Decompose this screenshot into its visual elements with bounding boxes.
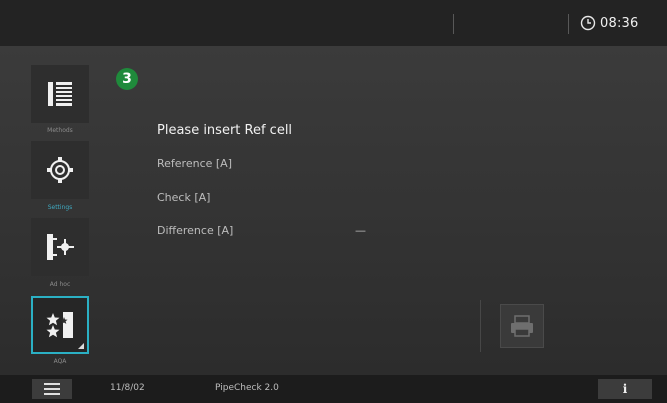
- reference-label: Reference [A]: [157, 157, 232, 170]
- main-menu-button[interactable]: [32, 379, 72, 399]
- sidebar-item-label: AQA: [53, 358, 67, 365]
- ad-hoc-measure-icon: [47, 234, 74, 260]
- status-bar-divider: [568, 14, 569, 34]
- sidebar-item-label: Methods: [47, 127, 73, 134]
- check-label: Check [A]: [157, 191, 211, 204]
- sidebar-item-ad-hoc[interactable]: [31, 218, 89, 276]
- sidebar-item-label: Settings: [47, 204, 73, 211]
- hamburger-menu-icon: [44, 388, 60, 390]
- hamburger-menu-icon: [44, 383, 60, 385]
- clock-time: 08:36: [600, 15, 639, 31]
- difference-label: Difference [A]: [157, 224, 234, 237]
- instruction-text: Please insert Ref cell: [157, 123, 293, 138]
- sidebar-item-methods[interactable]: [31, 65, 89, 123]
- sidebar-item-label: Ad hoc: [49, 281, 71, 288]
- sidebar-item-aqa[interactable]: [31, 296, 89, 354]
- clock-icon: [580, 15, 596, 31]
- divider: [480, 300, 481, 352]
- methods-list-icon: [48, 82, 72, 106]
- status-bar-divider: [453, 14, 454, 34]
- hamburger-menu-icon: [44, 393, 60, 395]
- product-name: PipeCheck 2.0: [215, 383, 279, 393]
- printer-icon: [511, 315, 533, 337]
- serial-number: 11/8/02: [110, 383, 145, 393]
- gear-icon: [47, 157, 73, 183]
- status-bar: 08:36: [0, 0, 667, 46]
- submenu-corner-indicator: [78, 343, 84, 349]
- sidebar-item-settings[interactable]: [31, 141, 89, 199]
- main-panel: [0, 46, 667, 375]
- info-button[interactable]: i: [598, 379, 652, 399]
- print-button[interactable]: [500, 304, 544, 348]
- aqa-stars-icon: [46, 312, 73, 338]
- step-number-badge: 3: [116, 68, 138, 90]
- info-icon: i: [622, 382, 628, 396]
- difference-value: —: [355, 224, 366, 237]
- bottom-bar: 11/8/02 PipeCheck 2.0 i: [0, 375, 667, 403]
- clock: 08:36: [580, 13, 638, 33]
